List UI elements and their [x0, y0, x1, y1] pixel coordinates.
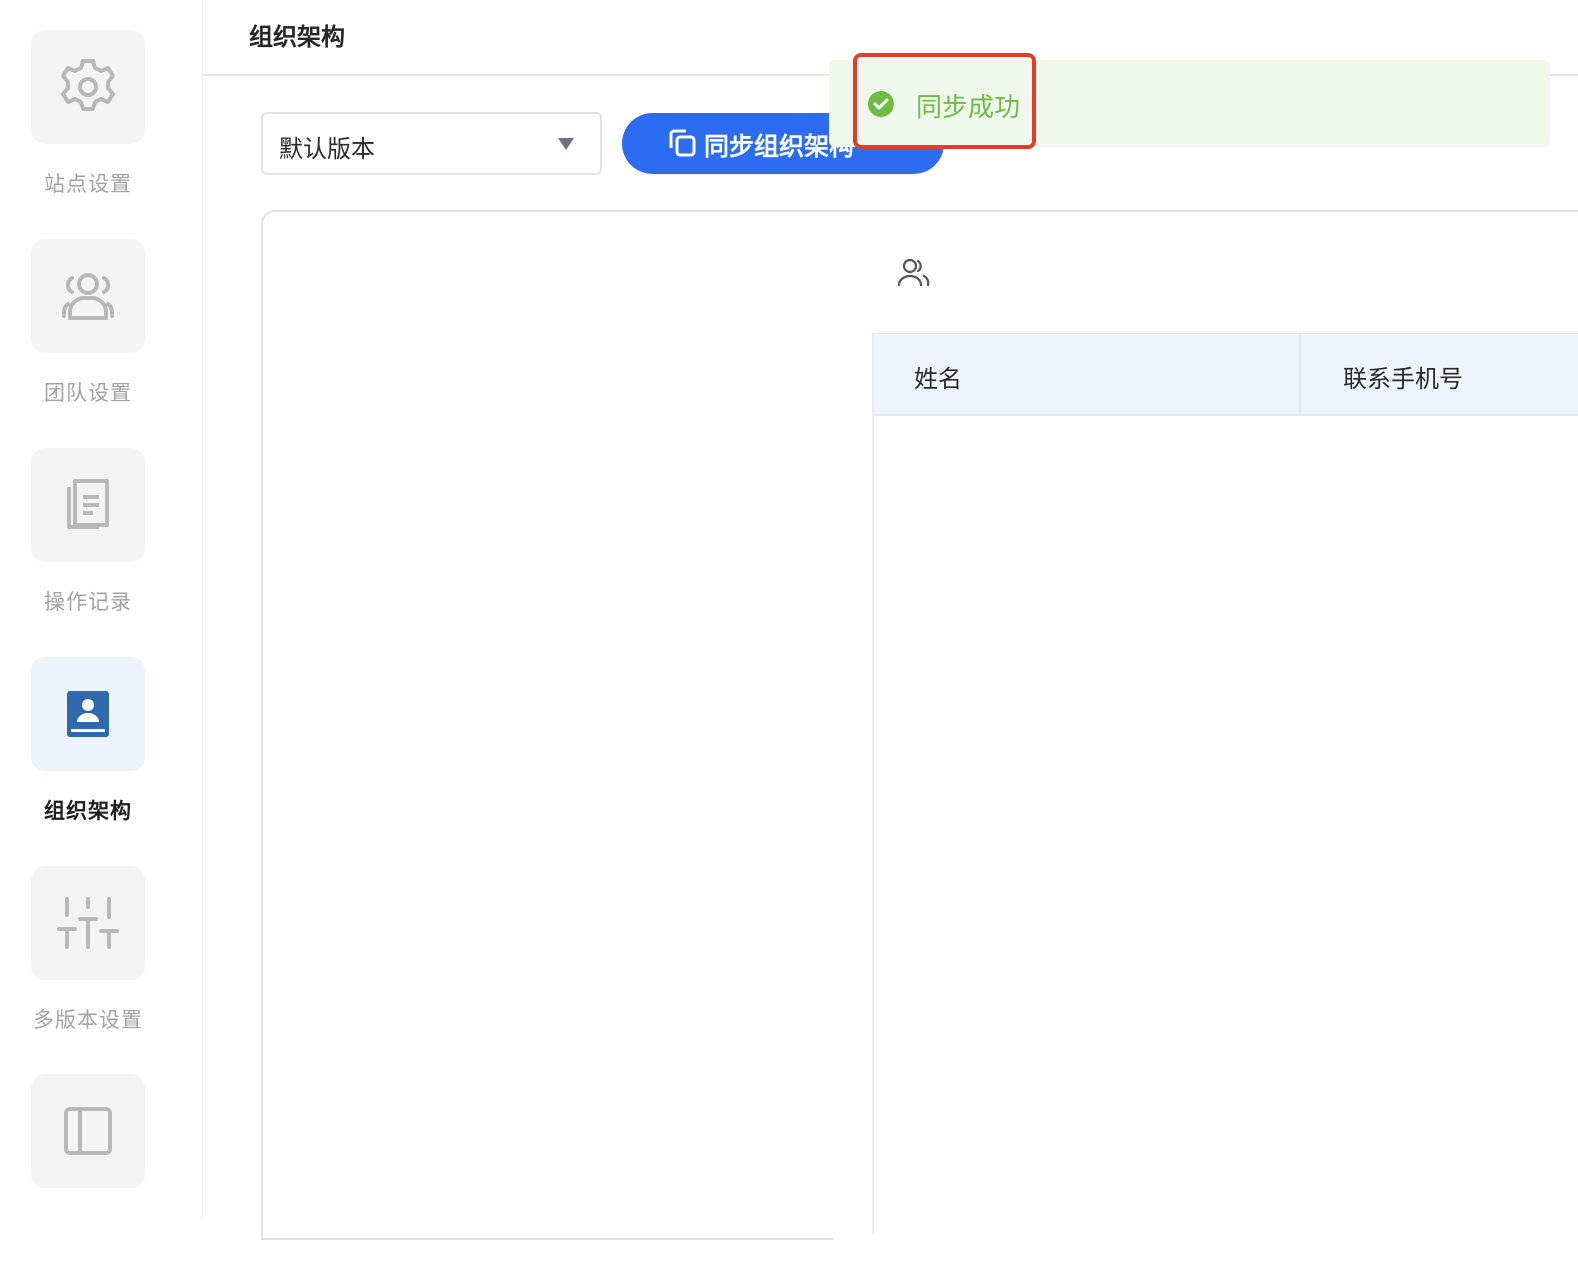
page-title: 组织架构 [249, 23, 345, 51]
sidebar-item-site-settings[interactable]: 站点设置 [0, 30, 176, 220]
nav-tile[interactable] [31, 1074, 145, 1188]
table-header: 姓名 联系手机号 [874, 333, 1578, 416]
contact-book-icon [67, 691, 109, 737]
copy-icon [669, 129, 696, 157]
member-table: 姓名 联系手机号 [872, 333, 1578, 1233]
column-divider [1299, 334, 1301, 415]
nav-tile[interactable] [31, 866, 145, 980]
sidebar-item-org-structure[interactable]: 组织架构 [0, 657, 176, 847]
sidebar-layout-icon [64, 1107, 112, 1155]
sidebar: 站点设置 团队设置 操作记录 组织架构 多版本设置 [0, 0, 203, 1218]
sidebar-item-label: 操作记录 [44, 590, 132, 614]
column-header-name[interactable]: 姓名 [914, 359, 962, 394]
column-header-phone[interactable]: 联系手机号 [1343, 359, 1463, 394]
sidebar-item-label: 团队设置 [44, 381, 132, 405]
document-icon [67, 479, 109, 529]
org-tree-panel [261, 210, 835, 1240]
sidebar-item-team-settings[interactable]: 团队设置 [0, 239, 176, 429]
nav-tile[interactable] [31, 239, 145, 353]
sidebar-item-label: 多版本设置 [33, 1008, 143, 1032]
annotation-highlight-box [853, 53, 1036, 149]
sidebar-item-operation-log[interactable]: 操作记录 [0, 448, 176, 638]
version-select[interactable]: 默认版本 [261, 112, 602, 175]
caret-down-icon [558, 138, 574, 150]
users-icon [897, 258, 930, 287]
sidebar-item-multi-version[interactable]: 多版本设置 [0, 866, 176, 1056]
sidebar-item-label: 站点设置 [44, 172, 132, 196]
nav-tile[interactable] [31, 657, 145, 771]
sidebar-item-label: 组织架构 [44, 799, 132, 823]
sliders-icon [57, 897, 119, 949]
team-icon [62, 273, 114, 320]
version-select-value: 默认版本 [279, 135, 375, 163]
sidebar-item-layout[interactable] [0, 1074, 176, 1264]
nav-tile[interactable] [31, 448, 145, 562]
nav-tile[interactable] [31, 30, 145, 144]
gear-icon [61, 59, 115, 111]
